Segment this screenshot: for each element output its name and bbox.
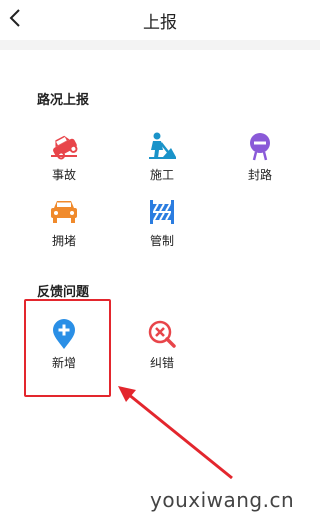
- annotation-arrow-icon: [118, 386, 233, 480]
- watermark-text: youxiwang.cn: [150, 488, 295, 512]
